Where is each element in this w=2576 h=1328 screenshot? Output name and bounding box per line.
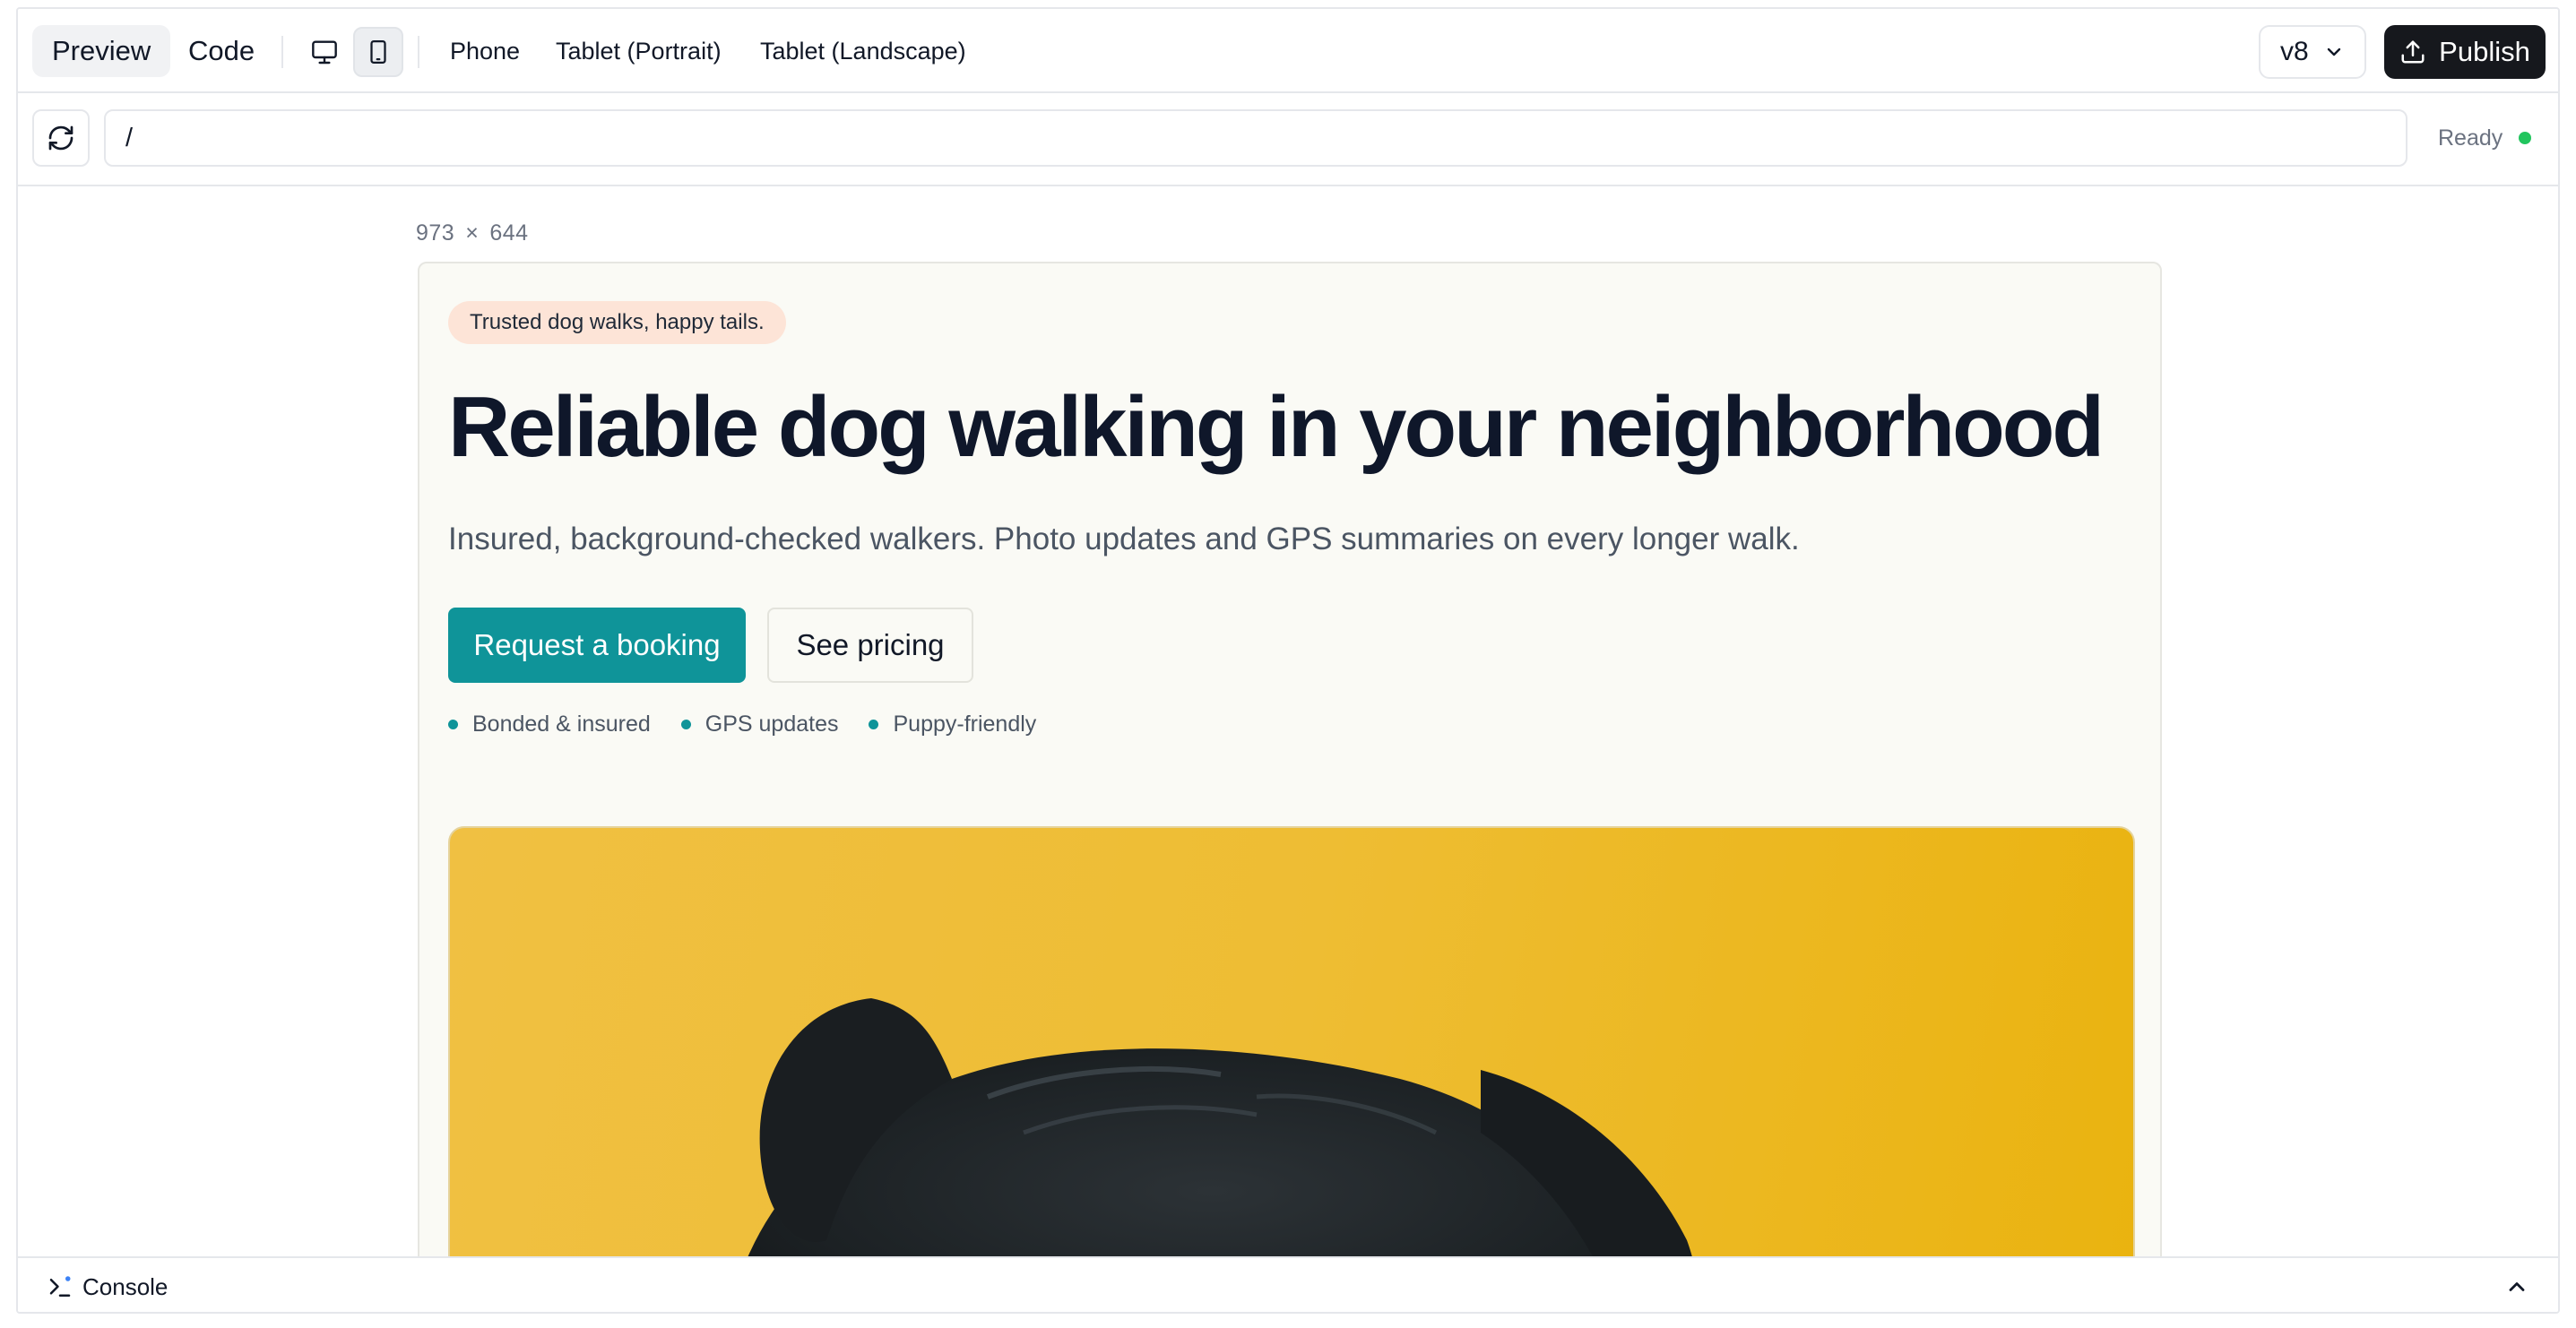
refresh-icon (48, 125, 73, 151)
bullet-dot (448, 720, 458, 729)
mobile-view-button[interactable] (353, 27, 403, 77)
request-booking-button[interactable]: Request a booking (448, 608, 746, 683)
smartphone-icon (370, 40, 386, 64)
console-bar[interactable]: Console (18, 1256, 2558, 1312)
hero-subtitle: Insured, background-checked walkers. Pho… (448, 522, 1800, 556)
toolbar-divider (418, 36, 419, 68)
address-bar: Ready (18, 93, 2558, 186)
version-select[interactable]: v8 (2259, 25, 2366, 79)
viewport-width: 973 (416, 220, 455, 246)
tab-tablet-landscape[interactable]: Tablet (Landscape) (760, 25, 966, 77)
toolbar-divider (281, 36, 283, 68)
terminal-icon (49, 1276, 71, 1297)
preview-status: Ready (2438, 109, 2532, 167)
feature-label: Bonded & insured (472, 711, 651, 737)
top-toolbar: Preview Code Phone Tablet (Portrait) Tab… (18, 9, 2558, 93)
viewport-dimensions: 973 × 644 (416, 220, 529, 246)
dog-illustration (746, 998, 1694, 1262)
publish-label: Publish (2439, 36, 2530, 67)
hero-badge: Trusted dog walks, happy tails. (448, 301, 786, 344)
tab-preview[interactable]: Preview (32, 25, 171, 77)
reload-button[interactable] (32, 109, 90, 167)
bullet-dot (680, 720, 691, 729)
version-label: v8 (2280, 37, 2309, 66)
chevron-down-icon (2327, 47, 2340, 56)
preview-frame: Trusted dog walks, happy tails. Reliable… (418, 262, 2162, 1262)
hero-dog-image (448, 826, 2135, 1262)
status-dot (2519, 132, 2532, 144)
desktop-view-button[interactable] (299, 27, 350, 77)
feature-label: Puppy-friendly (893, 711, 1037, 737)
feature-label: GPS updates (705, 711, 839, 737)
bullet-dot (869, 720, 879, 729)
console-label: Console (82, 1273, 169, 1300)
feature-item: Puppy-friendly (869, 711, 1036, 737)
tab-code[interactable]: Code (169, 25, 274, 77)
upload-icon (2401, 40, 2425, 64)
status-text: Ready (2438, 125, 2503, 151)
viewport-height: 644 (489, 220, 529, 246)
publish-button[interactable]: Publish (2384, 25, 2546, 79)
app-window: Preview Code Phone Tablet (Portrait) Tab… (16, 7, 2560, 1314)
url-input[interactable] (104, 109, 2407, 167)
tab-tablet-portrait[interactable]: Tablet (Portrait) (556, 25, 722, 77)
chevron-up-icon[interactable] (2504, 1274, 2529, 1299)
feature-item: GPS updates (680, 711, 839, 737)
hero-title: Reliable dog walking in your neighborhoo… (448, 379, 2105, 475)
dimension-separator: × (465, 220, 480, 246)
tab-phone[interactable]: Phone (450, 25, 520, 77)
monitor-icon (312, 40, 337, 65)
see-pricing-button[interactable]: See pricing (767, 608, 973, 683)
feature-item: Bonded & insured (448, 711, 651, 737)
preview-canvas: 973 × 644 Trusted dog walks, happy tails. … (18, 186, 2558, 1262)
feature-list: Bonded & insured GPS updates Puppy-frien… (448, 711, 1036, 737)
